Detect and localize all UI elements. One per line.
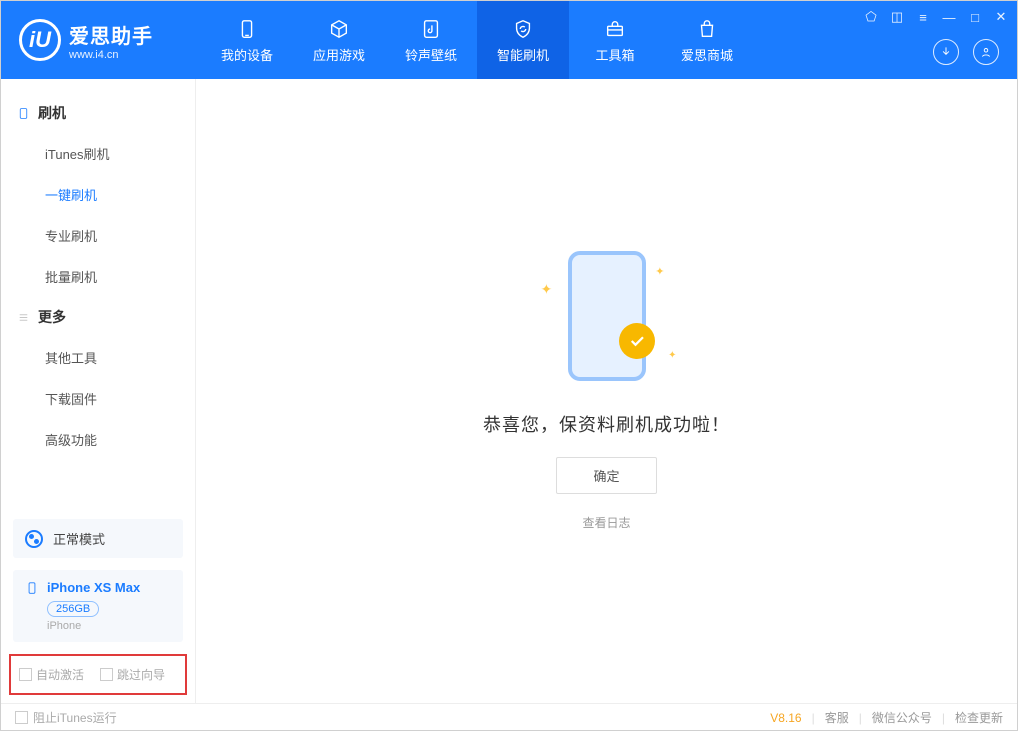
download-button[interactable]: [933, 39, 959, 65]
nav-label: 应用游戏: [313, 45, 365, 64]
nav-label: 爱思商城: [681, 45, 733, 64]
option-label: 自动激活: [36, 666, 84, 683]
app-body: 刷机 iTunes刷机 一键刷机 专业刷机 批量刷机 更多 其他工具 下载固件 …: [1, 79, 1017, 703]
logo-icon: iU: [19, 19, 61, 61]
nav-ringtones[interactable]: 铃声壁纸: [385, 1, 477, 79]
section-title: 更多: [38, 307, 66, 327]
nav-apps-games[interactable]: 应用游戏: [293, 1, 385, 79]
sidebar-section-more: 更多: [1, 297, 195, 337]
shirt-icon[interactable]: ⬠: [863, 9, 879, 25]
options-highlighted-box: 自动激活 跳过向导: [9, 654, 187, 695]
phone-icon: [235, 17, 259, 41]
sidebar-item-pro-flash[interactable]: 专业刷机: [1, 215, 195, 256]
sidebar-item-download-firmware[interactable]: 下载固件: [1, 378, 195, 419]
footer-link-support[interactable]: 客服: [825, 709, 849, 726]
sidebar-item-advanced[interactable]: 高级功能: [1, 419, 195, 460]
section-title: 刷机: [38, 103, 66, 123]
close-button[interactable]: ✕: [993, 9, 1009, 25]
success-illustration: ✦ ✦ ✦: [507, 251, 707, 391]
bag-icon: [695, 17, 719, 41]
device-card[interactable]: iPhone XS Max 256GB iPhone: [13, 570, 183, 642]
sidebar-item-batch-flash[interactable]: 批量刷机: [1, 256, 195, 297]
nav-store[interactable]: 爱思商城: [661, 1, 753, 79]
block-itunes-label[interactable]: 阻止iTunes运行: [33, 709, 117, 726]
sidebar: 刷机 iTunes刷机 一键刷机 专业刷机 批量刷机 更多 其他工具 下载固件 …: [1, 79, 196, 703]
main-content: ✦ ✦ ✦ 恭喜您，保资料刷机成功啦！ 确定 查看日志: [196, 79, 1017, 703]
nav-toolbox[interactable]: 工具箱: [569, 1, 661, 79]
window-controls: ⬠ ◫ ≡ — □ ✕: [863, 9, 1009, 25]
shield-sync-icon: [511, 17, 535, 41]
music-file-icon: [419, 17, 443, 41]
checkbox-icon: [19, 668, 32, 681]
nav-label: 我的设备: [221, 45, 273, 64]
checkbox-icon[interactable]: [15, 711, 28, 724]
mode-card[interactable]: 正常模式: [13, 519, 183, 558]
view-log-link[interactable]: 查看日志: [582, 514, 630, 531]
app-url: www.i4.cn: [69, 49, 153, 61]
nav-label: 智能刷机: [497, 45, 549, 64]
mode-label: 正常模式: [53, 529, 105, 548]
phone-outline-icon: [17, 107, 30, 120]
header-right-buttons: [933, 39, 999, 65]
sidebar-item-itunes-flash[interactable]: iTunes刷机: [1, 133, 195, 174]
nav-label: 工具箱: [595, 45, 634, 64]
top-nav: 我的设备 应用游戏 铃声壁纸 智能刷机 工具箱 爱思商城: [201, 1, 753, 79]
device-icon: [25, 581, 39, 595]
skip-wizard-option[interactable]: 跳过向导: [100, 666, 165, 683]
ok-button[interactable]: 确定: [556, 457, 656, 494]
list-icon: [17, 311, 30, 324]
nav-my-device[interactable]: 我的设备: [201, 1, 293, 79]
device-name: iPhone XS Max: [47, 580, 140, 595]
nav-smart-flash[interactable]: 智能刷机: [477, 1, 569, 79]
checkmark-badge: [619, 323, 655, 359]
toolbox-icon: [603, 17, 627, 41]
option-label: 跳过向导: [117, 666, 165, 683]
sparkle-icon: ✦: [655, 265, 664, 278]
minimize-button[interactable]: —: [941, 10, 957, 25]
menu-icon[interactable]: ≡: [915, 10, 931, 25]
lock-icon[interactable]: ◫: [889, 9, 905, 25]
sidebar-item-onekey-flash[interactable]: 一键刷机: [1, 174, 195, 215]
sparkle-icon: ✦: [541, 281, 553, 298]
normal-mode-icon: [25, 530, 43, 548]
sidebar-section-flash: 刷机: [1, 93, 195, 133]
sparkle-icon: ✦: [668, 350, 676, 361]
checkbox-icon: [100, 668, 113, 681]
success-message: 恭喜您，保资料刷机成功啦！: [483, 411, 730, 437]
logo: iU 爱思助手 www.i4.cn: [1, 1, 201, 79]
device-type: iPhone: [47, 620, 171, 632]
app-header: iU 爱思助手 www.i4.cn 我的设备 应用游戏 铃声壁纸 智能刷机 工具…: [1, 1, 1017, 79]
app-name: 爱思助手: [69, 20, 153, 49]
version-label: V8.16: [770, 711, 801, 725]
user-button[interactable]: [973, 39, 999, 65]
footer-link-update[interactable]: 检查更新: [955, 709, 1003, 726]
footer-link-wechat[interactable]: 微信公众号: [872, 709, 932, 726]
device-capacity: 256GB: [47, 601, 99, 617]
status-bar: 阻止iTunes运行 V8.16 | 客服 | 微信公众号 | 检查更新: [1, 703, 1017, 731]
nav-label: 铃声壁纸: [405, 45, 457, 64]
auto-activate-option[interactable]: 自动激活: [19, 666, 84, 683]
sidebar-item-other-tools[interactable]: 其他工具: [1, 337, 195, 378]
maximize-button[interactable]: □: [967, 10, 983, 25]
phone-graphic: [568, 251, 646, 381]
cube-icon: [327, 17, 351, 41]
